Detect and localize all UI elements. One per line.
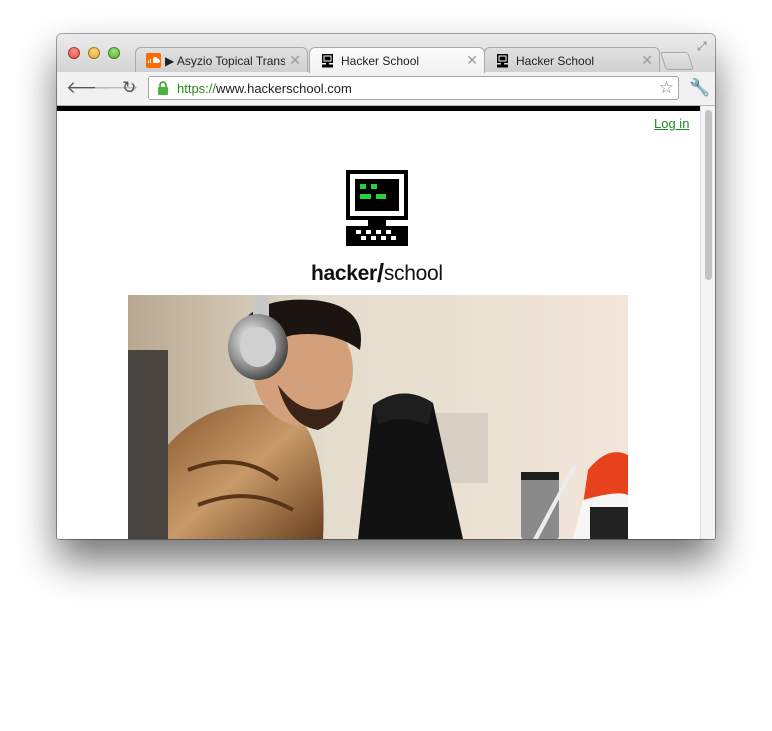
play-indicator-icon: ▶ xyxy=(165,54,175,68)
close-tab-icon[interactable]: ✕ xyxy=(466,52,478,69)
scrollbar-thumb[interactable] xyxy=(705,110,712,280)
tab-title: Hacker School xyxy=(341,54,420,68)
login-link[interactable]: Log in xyxy=(654,116,689,131)
lock-icon xyxy=(158,81,168,95)
bookmark-star-icon[interactable]: ☆ xyxy=(659,78,674,98)
soundcloud-icon xyxy=(146,53,161,68)
top-black-bar xyxy=(57,106,700,111)
close-window-button[interactable] xyxy=(68,47,80,59)
vertical-scrollbar[interactable] xyxy=(700,106,715,539)
hacker-school-favicon xyxy=(322,54,333,68)
hacker-school-computer-logo xyxy=(346,170,408,246)
hacker-school-wordmark: hacker/school xyxy=(311,258,443,288)
wrench-menu-icon[interactable]: 🔧 xyxy=(689,78,710,98)
toolbar: 🡐 🡒 ↻ https://www.hackerschool.com ☆ 🔧 xyxy=(57,72,715,106)
browser-window: ▶ Asyzio Topical Transl ✕ Hacker School … xyxy=(57,34,715,539)
tab-title: ▶ Asyzio Topical Transl xyxy=(165,54,285,68)
reload-icon[interactable]: ↻ xyxy=(122,78,136,98)
close-tab-icon[interactable]: ✕ xyxy=(641,52,653,69)
url-text: https://www.hackerschool.com xyxy=(177,81,352,96)
close-tab-icon[interactable]: ✕ xyxy=(289,52,301,69)
new-tab-button[interactable] xyxy=(660,52,694,70)
hero-photo xyxy=(128,295,628,539)
address-bar[interactable]: https://www.hackerschool.com ☆ xyxy=(148,76,679,100)
zoom-window-button[interactable] xyxy=(108,47,120,59)
tab-title: Hacker School xyxy=(516,54,595,68)
page-viewport: Log in hacker/school xyxy=(57,106,715,539)
tab-hacker-school[interactable]: Hacker School ✕ xyxy=(484,47,660,73)
tab-hacker-school-active[interactable]: Hacker School ✕ xyxy=(309,47,485,73)
title-bar: ▶ Asyzio Topical Transl ✕ Hacker School … xyxy=(57,34,715,73)
hacker-school-favicon xyxy=(497,54,508,68)
fullscreen-icon[interactable]: ⤢ xyxy=(697,39,707,54)
minimize-window-button[interactable] xyxy=(88,47,100,59)
tab-soundcloud[interactable]: ▶ Asyzio Topical Transl ✕ xyxy=(135,47,308,73)
